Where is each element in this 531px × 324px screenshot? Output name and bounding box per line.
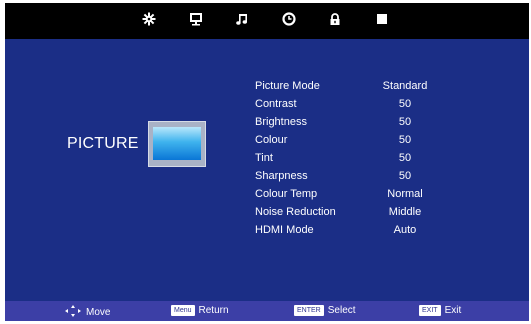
square-icon [377,14,387,24]
tab-time[interactable] [281,11,297,27]
tv-osd-screen: PICTURE Picture Mode Standard Contrast 5… [5,3,529,321]
hint-return: Menu Return [171,305,229,316]
setting-label: Picture Mode [255,80,320,92]
hint-move: Move [65,305,110,320]
setting-value: Auto [393,224,417,236]
music-note-icon [236,14,247,25]
section-title: PICTURE [67,135,139,152]
menu-tab-bar [5,3,529,39]
setting-value: 50 [398,116,412,128]
setting-hdmi-mode[interactable]: HDMI Mode Auto [255,224,455,242]
setting-contrast[interactable]: Contrast 50 [255,98,455,116]
setting-label: Brightness [255,116,307,128]
tab-sound[interactable] [234,11,250,27]
tab-picture[interactable] [188,11,204,27]
menu-key-badge: Menu [171,305,195,316]
setting-label: Contrast [255,98,297,110]
hint-exit: EXIT Exit [419,305,461,316]
hint-exit-label: Exit [444,305,462,316]
key-hint-bar: Move Menu Return ENTER Select EXIT Exit [5,301,529,321]
setting-brightness[interactable]: Brightness 50 [255,116,455,134]
setting-value: 50 [398,134,412,146]
setting-sharpness[interactable]: Sharpness 50 [255,170,455,188]
setting-noise-reduction[interactable]: Noise Reduction Middle [255,206,455,224]
setting-colour[interactable]: Colour 50 [255,134,455,152]
lock-icon [330,13,340,25]
gear-icon [142,12,156,26]
setting-label: Tint [255,152,273,164]
setting-label: Colour [255,134,288,146]
setting-value: 50 [398,152,412,164]
tab-settings[interactable] [141,11,157,27]
enter-key-badge: ENTER [294,305,324,316]
setting-value: Normal [387,188,423,200]
monitor-icon [190,13,202,26]
setting-label: Colour Temp [255,188,318,200]
hint-select-label: Select [327,305,356,316]
hint-select: ENTER Select [294,305,356,316]
preview-screen [153,127,201,160]
setting-picture-mode[interactable]: Picture Mode Standard [255,80,455,98]
setting-value: 50 [398,170,412,182]
setting-tint[interactable]: Tint 50 [255,152,455,170]
setting-label: Noise Reduction [255,206,336,218]
clock-icon [282,12,296,26]
setting-value: 50 [398,98,412,110]
tab-lock[interactable] [327,11,343,27]
setting-colour-temp[interactable]: Colour Temp Normal [255,188,455,206]
tab-other[interactable] [374,11,390,27]
setting-label: HDMI Mode [255,224,314,236]
hint-move-label: Move [86,307,111,318]
hint-return-label: Return [198,305,229,316]
setting-value: Middle [388,206,422,218]
arrow-keys-icon [65,305,81,320]
setting-label: Sharpness [255,170,308,182]
setting-value: Standard [382,80,428,92]
picture-preview-image [148,121,206,167]
exit-key-badge: EXIT [419,305,441,316]
